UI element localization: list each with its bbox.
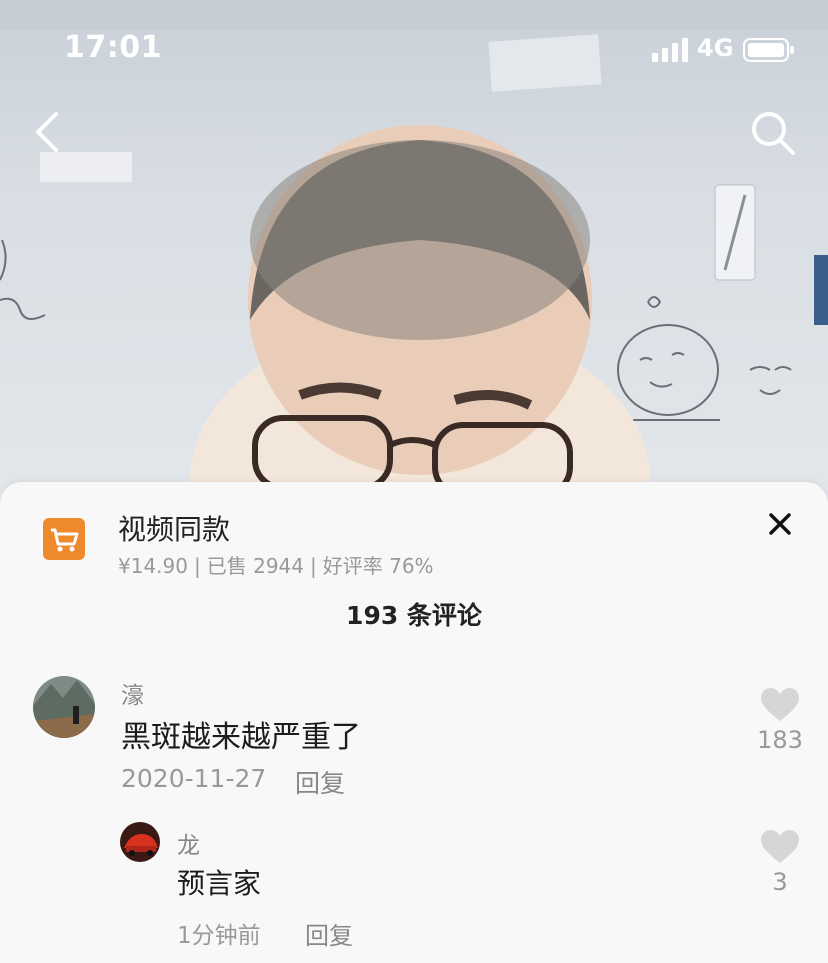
video-player[interactable]: 17:01 4G	[0, 0, 828, 500]
shopping-cart-icon	[43, 518, 85, 560]
separator: |	[310, 554, 317, 578]
chevron-left-icon	[36, 112, 58, 152]
product-rating: 好评率 76%	[322, 554, 434, 578]
close-icon	[769, 513, 791, 535]
product-title: 视频同款	[118, 513, 231, 546]
back-button[interactable]	[28, 108, 68, 156]
network-type: 4G	[697, 34, 734, 62]
reply-text: 预言家	[177, 867, 262, 900]
like-count: 3	[772, 868, 788, 896]
comment-sheet: 视频同款 ¥14.90 | 已售 2944 | 好评率 76% 193 条评论 濠 黑斑…	[0, 482, 828, 963]
reply-date: 1分钟前	[177, 923, 261, 949]
comment-item: 濠 黑斑越来越严重了 2020-11-27 回复 183	[0, 672, 828, 802]
like-count: 183	[757, 726, 803, 754]
comment-count: 193 条评论	[346, 601, 482, 630]
like-button[interactable]: 3	[750, 830, 810, 896]
separator: |	[193, 554, 201, 578]
status-bar: 17:01 4G	[0, 0, 828, 100]
search-icon	[752, 112, 795, 155]
reply-item: 龙 预言家 1分钟前 回复 3	[0, 820, 828, 950]
comment-date: 2020-11-27	[121, 764, 267, 793]
product-sold: 已售 2944	[206, 554, 304, 578]
product-price: ¥14.90	[118, 554, 188, 578]
battery-icon	[743, 38, 794, 62]
search-button[interactable]	[748, 108, 798, 158]
close-button[interactable]	[762, 506, 798, 542]
product-meta: ¥14.90 | 已售 2944 | 好评率 76%	[118, 550, 434, 579]
reply-button[interactable]: 回复	[295, 764, 345, 800]
heart-icon	[761, 688, 799, 721]
avatar[interactable]	[120, 822, 160, 862]
comment-text: 黑斑越来越严重了	[121, 720, 361, 755]
like-button[interactable]: 183	[750, 688, 810, 754]
comment-username[interactable]: 濠	[121, 676, 144, 710]
reply-button[interactable]: 回复	[305, 916, 353, 951]
reply-username[interactable]: 龙	[177, 826, 200, 860]
signal-icon	[652, 38, 688, 62]
avatar[interactable]	[33, 676, 95, 738]
clock: 17:01	[64, 30, 162, 65]
product-card[interactable]: 视频同款 ¥14.90 | 已售 2944 | 好评率 76%	[40, 502, 760, 582]
heart-icon	[761, 830, 799, 863]
